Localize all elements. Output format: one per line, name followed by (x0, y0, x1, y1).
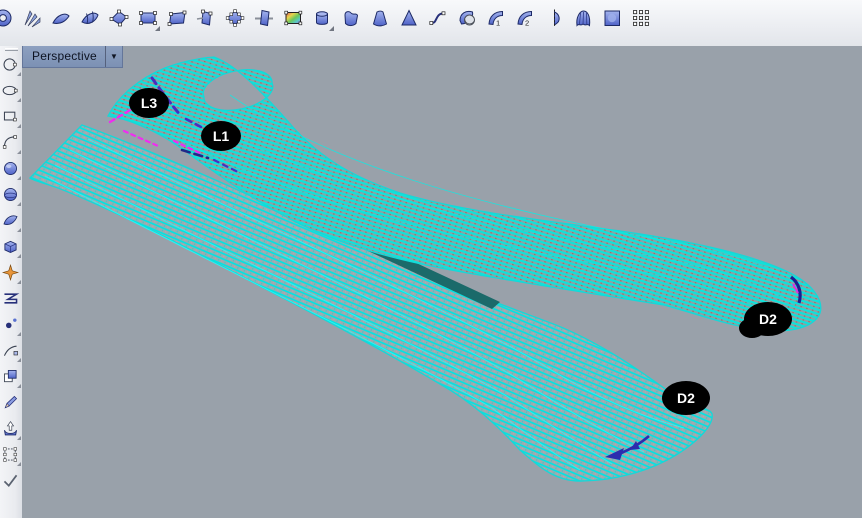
sweep-2-rails-icon[interactable] (513, 6, 537, 31)
drape-point-grid-icon[interactable] (629, 6, 653, 31)
bottom-ski-surface[interactable] (30, 125, 712, 481)
dimension-icon[interactable] (1, 341, 21, 362)
copy-icon[interactable] (1, 367, 21, 388)
label-L3-text: L3 (141, 95, 158, 111)
toolbar-grip-handle[interactable] (5, 48, 18, 51)
surface-toolbar-icon-row (0, 0, 862, 33)
cutting-plane-icon[interactable] (252, 6, 276, 31)
surface-from-edge-curves-icon[interactable] (78, 6, 102, 31)
circle-icon[interactable] (1, 55, 21, 76)
extrude-straight-icon[interactable] (310, 6, 334, 31)
rectangular-plane-icon[interactable] (136, 6, 160, 31)
label-D2a-text: D2 (759, 311, 777, 327)
make-2d-icon[interactable] (1, 289, 21, 310)
label-L1-text: L1 (213, 128, 230, 144)
surface-from-corner-points-icon[interactable] (107, 6, 131, 31)
surface-from-points-grid-icon[interactable] (223, 6, 247, 31)
left-tool-sidebar (0, 46, 23, 518)
extrude-tapered-icon[interactable] (368, 6, 392, 31)
surface-from-curve-and-sphere-icon[interactable] (455, 6, 479, 31)
control-points-grid-icon[interactable] (1, 445, 21, 466)
freeform-surface-icon[interactable] (1, 211, 21, 232)
surface-from-3-curves-icon[interactable] (49, 6, 73, 31)
move-up-icon[interactable] (1, 419, 21, 440)
label-D2b-text: D2 (677, 390, 695, 406)
viewport-title-tab[interactable]: Perspective ▼ (22, 46, 123, 68)
label-L1[interactable]: L1 (201, 121, 241, 151)
top-toolbar (0, 0, 862, 47)
ellipse-icon[interactable] (1, 81, 21, 102)
sidebar-icon-column (1, 55, 21, 497)
check-icon[interactable] (1, 471, 21, 492)
viewport-menu-chevron-icon[interactable]: ▼ (105, 46, 122, 67)
sweep-1-rail-icon[interactable] (484, 6, 508, 31)
label-D2-bottom-board[interactable]: D2 (662, 381, 710, 415)
ellipsoid-icon[interactable] (1, 185, 21, 206)
label-L3[interactable]: L3 (129, 88, 169, 118)
sketch-icon[interactable] (1, 393, 21, 414)
point-icon[interactable] (1, 315, 21, 336)
sphere-icon[interactable] (1, 159, 21, 180)
picture-frame-icon[interactable] (281, 6, 305, 31)
curve-with-handles-icon[interactable] (426, 6, 450, 31)
viewport-title[interactable]: Perspective (23, 46, 105, 67)
rectangle-icon[interactable] (1, 107, 21, 128)
surface-rays-icon[interactable] (20, 6, 44, 31)
explode-icon[interactable] (1, 263, 21, 284)
viewport-canvas[interactable]: L3 L1 D2 D2 (22, 46, 862, 518)
extrude-to-point-icon[interactable] (397, 6, 421, 31)
revolve-icon[interactable] (542, 6, 566, 31)
vertical-plane-icon[interactable] (194, 6, 218, 31)
patch-icon[interactable] (600, 6, 624, 31)
perspective-viewport[interactable]: L3 L1 D2 D2 Perspective ▼ (22, 46, 862, 518)
rail-revolve-icon[interactable] (571, 6, 595, 31)
deformable-plane-icon[interactable] (165, 6, 189, 31)
arc-icon[interactable] (1, 133, 21, 154)
extrude-along-curve-icon[interactable] (339, 6, 363, 31)
torus-icon[interactable] (0, 6, 15, 31)
box-icon[interactable] (1, 237, 21, 258)
